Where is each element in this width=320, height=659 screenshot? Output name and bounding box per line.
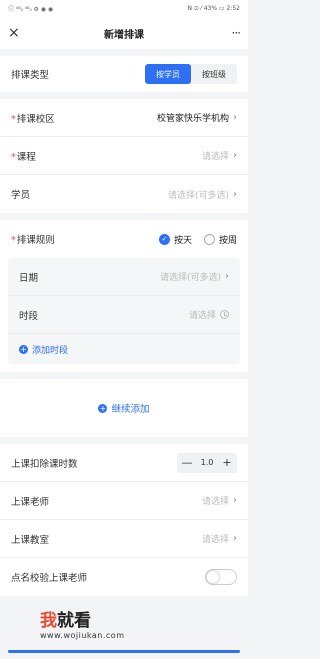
basic-card: *排课校区 校管家快乐学机构 › *课程 请选择 › 学员 请选择(可多选) › bbox=[0, 99, 248, 213]
deduct-stepper: — 1.0 + bbox=[177, 452, 237, 473]
clock-icon bbox=[220, 310, 229, 319]
rule-option-day[interactable]: ✓ 按天 bbox=[158, 233, 192, 246]
chevron-right-icon: › bbox=[233, 150, 237, 161]
type-segment: 按学员 按班级 bbox=[145, 64, 237, 84]
date-label: 日期 bbox=[19, 272, 39, 284]
plus-circle-icon: + bbox=[19, 344, 28, 354]
room-row[interactable]: 上课教室 请选择 › bbox=[0, 520, 248, 558]
deduct-value[interactable]: 1.0 bbox=[197, 458, 217, 467]
deduct-label: 上课扣除课时数 bbox=[11, 458, 78, 470]
check-icon: ✓ bbox=[158, 233, 170, 245]
rule-card: *排课规则 ✓ 按天 按周 日期 请选择(可多选) › 时段 请选择 + 添加时段 bbox=[0, 220, 248, 372]
type-option-class[interactable]: 按班级 bbox=[191, 64, 237, 84]
verify-label: 点名校验上课老师 bbox=[11, 573, 88, 584]
plus-circle-icon: + bbox=[98, 403, 108, 413]
required-mark: * bbox=[11, 151, 16, 163]
chevron-right-icon: › bbox=[233, 533, 237, 544]
bottom-accent-bar bbox=[8, 650, 240, 653]
campus-row[interactable]: *排课校区 校管家快乐学机构 › bbox=[0, 99, 248, 137]
date-row[interactable]: 日期 请选择(可多选) › bbox=[8, 258, 240, 296]
teacher-label: 上课老师 bbox=[11, 496, 50, 508]
extra-card: 上课扣除课时数 — 1.0 + 上课老师 请选择 › 上课教室 请选择 › 点名校验… bbox=[0, 444, 248, 596]
more-icon[interactable]: ··· bbox=[224, 26, 241, 40]
chevron-right-icon: › bbox=[225, 271, 229, 282]
slot-row[interactable]: 时段 请选择 bbox=[8, 296, 240, 334]
slot-label: 时段 bbox=[19, 310, 39, 322]
type-label: 排课类型 bbox=[11, 70, 50, 81]
chevron-right-icon: › bbox=[233, 188, 237, 200]
student-row[interactable]: 学员 请选择(可多选) › bbox=[0, 175, 248, 213]
close-icon[interactable]: × bbox=[8, 25, 24, 41]
watermark-brand: 就看 bbox=[57, 611, 91, 631]
type-row: 排课类型 按学员 按班级 bbox=[0, 56, 248, 92]
chevron-right-icon: › bbox=[233, 112, 237, 123]
course-placeholder: 请选择 bbox=[201, 152, 229, 162]
continue-add-button[interactable]: + 继续添加 bbox=[8, 387, 240, 429]
required-mark: * bbox=[11, 235, 16, 246]
required-mark: * bbox=[11, 113, 16, 125]
teacher-placeholder: 请选择 bbox=[201, 497, 229, 507]
student-label: 学员 bbox=[11, 190, 31, 201]
student-placeholder: 请选择(可多选) bbox=[167, 190, 229, 201]
campus-label: 排课校区 bbox=[16, 113, 55, 125]
campus-value: 校管家快乐学机构 bbox=[156, 114, 229, 124]
watermark-brand-red: 我 bbox=[40, 611, 57, 631]
rule-row: *排课规则 ✓ 按天 按周 bbox=[0, 220, 248, 258]
rule-label: 排课规则 bbox=[16, 235, 55, 246]
plus-button[interactable]: + bbox=[217, 456, 237, 469]
teacher-row[interactable]: 上课老师 请选择 › bbox=[0, 482, 248, 520]
watermark: 我就看 www.wojiukan.com bbox=[40, 606, 124, 640]
deduct-row: 上课扣除课时数 — 1.0 + bbox=[0, 444, 248, 482]
status-bar: ⓘ ⁴⁶ᵢₗ ⁴⁶ᵢₗ ⚙ ◉ ◉ N ⊙ ⁄ 43% ▭ 2:52 bbox=[0, 0, 248, 17]
watermark-url: www.wojiukan.com bbox=[40, 631, 125, 640]
course-row[interactable]: *课程 请选择 › bbox=[0, 137, 248, 175]
rule-option-week[interactable]: 按周 bbox=[203, 233, 237, 246]
room-placeholder: 请选择 bbox=[201, 535, 229, 545]
status-left: ⓘ ⁴⁶ᵢₗ ⁴⁶ᵢₗ ⚙ ◉ ◉ bbox=[8, 6, 54, 13]
rule-radio-group: ✓ 按天 按周 bbox=[158, 233, 237, 246]
continue-card: + 继续添加 bbox=[0, 379, 248, 437]
add-slot-label: 添加时段 bbox=[32, 345, 69, 356]
verify-row: 点名校验上课老师 bbox=[0, 558, 248, 596]
minus-button[interactable]: — bbox=[177, 456, 197, 469]
page-title: 新增排课 bbox=[104, 29, 144, 41]
radio-empty-icon bbox=[203, 233, 215, 245]
status-right: N ⊙ ⁄ 43% ▭ 2:52 bbox=[187, 5, 240, 12]
type-card: 排课类型 按学员 按班级 bbox=[0, 56, 248, 92]
rule-option-week-label: 按周 bbox=[218, 235, 237, 246]
slot-placeholder: 请选择 bbox=[188, 311, 216, 321]
add-slot-button[interactable]: + 添加时段 bbox=[8, 334, 240, 364]
title-bar: × 新增排课 ··· bbox=[0, 17, 248, 49]
type-option-student[interactable]: 按学员 bbox=[145, 64, 191, 84]
course-label: 课程 bbox=[16, 151, 36, 163]
room-label: 上课教室 bbox=[11, 534, 50, 546]
date-placeholder: 请选择(可多选) bbox=[159, 273, 221, 283]
continue-add-label: 继续添加 bbox=[111, 404, 150, 415]
verify-toggle[interactable] bbox=[205, 569, 237, 585]
schedule-block: 日期 请选择(可多选) › 时段 请选择 + 添加时段 bbox=[8, 258, 240, 364]
chevron-right-icon: › bbox=[233, 495, 237, 506]
rule-option-day-label: 按天 bbox=[173, 235, 192, 246]
